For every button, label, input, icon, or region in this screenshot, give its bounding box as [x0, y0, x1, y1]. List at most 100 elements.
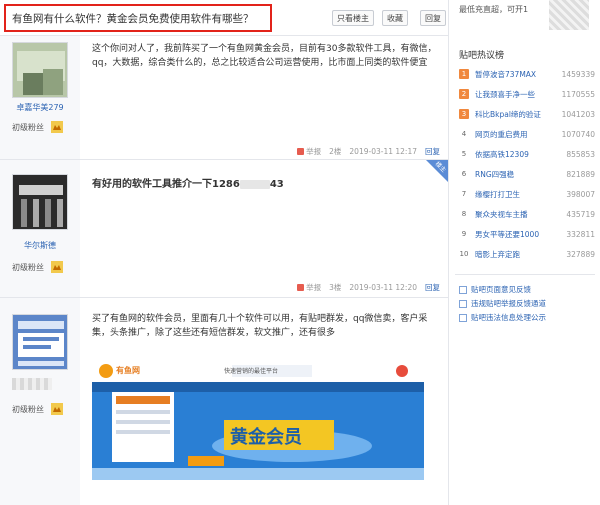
hot-count: 1070740 — [561, 129, 595, 139]
link-label: 违规贴吧举报反馈通道 — [471, 299, 546, 308]
hot-list-item[interactable]: 4 网页的重启费用 1070740 — [459, 126, 595, 142]
report-flag-icon — [297, 284, 305, 291]
hot-title[interactable]: 暂停波音737MAX — [475, 69, 561, 80]
promo-tagline: 快速营销的最佳平台 — [224, 368, 279, 375]
hot-rank: 7 — [461, 190, 467, 198]
report-flag-icon — [297, 148, 305, 155]
hot-rank: 9 — [461, 230, 467, 238]
sidebar-top-text: 最低充直超，可开1 — [459, 5, 529, 14]
level-medal-icon — [51, 403, 63, 415]
post-content: 这个你问对人了，我前阵买了一个有鱼网黄金会员，目前有30多款软件工具，有微信，q… — [92, 44, 437, 68]
redacted-username — [12, 378, 52, 390]
floor-number: 2楼 — [329, 147, 342, 156]
report-link[interactable]: 举报 — [297, 282, 321, 293]
post-author-panel: 华尔斯德 初级粉丝 — [0, 160, 80, 297]
hot-count: 1170555 — [561, 89, 595, 99]
reply-link[interactable]: 回复 — [425, 282, 440, 293]
level-medal-icon — [51, 261, 63, 273]
hot-list-heading: 贴吧热议榜 — [459, 51, 505, 61]
feedback-link[interactable]: 贴吧页面意见反馈 — [459, 284, 531, 295]
avatar[interactable] — [12, 42, 68, 98]
favorite-button[interactable]: 收藏 — [382, 10, 408, 26]
post-content-tail: 43 — [269, 179, 284, 190]
hot-list-item[interactable]: 3 科比Bkpal缔的验证 1041203 — [459, 106, 595, 122]
floor-number: 3楼 — [329, 283, 342, 292]
post-content: 有好用的软件工具推介一下1286 43 — [92, 178, 437, 192]
reply-link[interactable]: 回复 — [425, 146, 440, 157]
thread-title-box: 有鱼网有什么软件？黄金会员免费使用软件有哪些？ — [4, 4, 272, 32]
hot-rank: 10 — [459, 250, 469, 258]
hot-rank: 6 — [461, 170, 467, 178]
hot-title[interactable]: 让我颈喜手净一些 — [475, 89, 561, 100]
illegal-info-link[interactable]: 贴吧违法信息处理公示 — [459, 312, 546, 323]
hot-rank: 5 — [461, 150, 467, 158]
post-time: 2019-03-11 12:20 — [349, 283, 417, 292]
hot-rank: 8 — [461, 210, 467, 218]
hot-title[interactable]: 男女平等还要1000 — [475, 229, 561, 240]
owner-only-button[interactable]: 只看楼主 — [332, 10, 374, 26]
hot-list-item[interactable]: 10 暗影上弃定跑 327889 — [459, 246, 595, 262]
hot-title[interactable]: 缘樱打打卫生 — [475, 189, 561, 200]
user-level: 初级粉丝 — [12, 260, 64, 274]
avatar[interactable] — [12, 174, 68, 230]
username[interactable]: 卓嘉华美279 — [0, 102, 80, 113]
hot-count: 332811 — [566, 229, 595, 239]
hot-rank: 4 — [461, 130, 467, 138]
report-channel-link[interactable]: 违规贴吧举报反馈通道 — [459, 298, 546, 309]
post-time: 2019-03-11 12:17 — [349, 147, 417, 156]
hot-title[interactable]: RNG四强稳 — [475, 169, 561, 180]
hot-count: 398007 — [566, 189, 595, 199]
hot-list-item[interactable]: 9 男女平等还要1000 332811 — [459, 226, 595, 242]
avatar[interactable] — [12, 314, 68, 370]
thread-title: 有鱼网有什么软件？黄金会员免费使用软件有哪些？ — [12, 12, 254, 25]
thread-header: 有鱼网有什么软件？黄金会员免费使用软件有哪些？ 只看楼主 收藏 回复 — [0, 0, 448, 36]
redacted-number — [239, 179, 270, 189]
hot-list-item[interactable]: 1 暂停波音737MAX 1459339 — [459, 66, 595, 82]
hot-title[interactable]: 暗影上弃定跑 — [475, 249, 561, 260]
reply-button[interactable]: 回复 — [420, 10, 446, 26]
avatar-image — [13, 43, 67, 97]
hot-count: 327889 — [566, 249, 595, 259]
post-content: 买了有鱼网的软件会员，里面有几十个软件可以用，有贴吧群发，qq微信卖，客户采集，… — [92, 314, 428, 338]
level-label: 初级粉丝 — [12, 262, 44, 272]
hot-count: 1041203 — [561, 109, 595, 119]
level-medal-icon — [51, 121, 63, 133]
sidebar-divider — [455, 274, 595, 275]
post-floor-3: 华尔斯德 初级粉丝 楼主 有好用的软件工具推介一下1286 43 举报 3楼 20… — [0, 160, 448, 298]
hot-list-item[interactable]: 5 依据高铁12309 855853 — [459, 146, 595, 162]
hot-list-item[interactable]: 7 缘樱打打卫生 398007 — [459, 186, 595, 202]
level-label: 初级粉丝 — [12, 122, 44, 132]
hot-rank: 2 — [459, 89, 469, 99]
post-meta: 举报 3楼 2019-03-11 12:20 回复 — [297, 282, 440, 293]
level-label: 初级粉丝 — [12, 404, 44, 414]
promo-headline: 黄金会员 — [230, 427, 302, 448]
hot-title[interactable]: 依据高铁12309 — [475, 149, 561, 160]
report-link[interactable]: 举报 — [297, 146, 321, 157]
report-label: 举报 — [306, 283, 322, 292]
hot-count: 1459339 — [561, 69, 595, 79]
right-sidebar: 最低充直超，可开1 贴吧热议榜 1 暂停波音737MAX 1459339 2 让我颈喜手… — [448, 0, 600, 505]
hot-list-item[interactable]: 2 让我颈喜手净一些 1170555 — [459, 86, 595, 102]
post-author-panel: 初级粉丝 — [0, 298, 80, 505]
hot-count: 821889 — [566, 169, 595, 179]
hot-count: 435719 — [566, 209, 595, 219]
user-level: 初级粉丝 — [12, 402, 64, 416]
promo-screenshot: 有鱼网 快速营销的最佳平台 黄金会员 — [92, 360, 424, 480]
promo-banner-image — [92, 360, 424, 480]
hot-list-item[interactable]: 6 RNG四强稳 821889 — [459, 166, 595, 182]
hot-title[interactable]: 科比Bkpal缔的验证 — [475, 109, 561, 120]
link-bullet-icon — [459, 313, 467, 322]
hot-title[interactable]: 网页的重启费用 — [475, 129, 561, 140]
post-meta: 举报 2楼 2019-03-11 12:17 回复 — [297, 146, 440, 157]
link-bullet-icon — [459, 285, 467, 294]
avatar-image — [13, 315, 67, 369]
hot-title[interactable]: 聚众夹视车主播 — [475, 209, 561, 220]
post-floor-2: 卓嘉华美279 初级粉丝 这个你问对人了，我前阵买了一个有鱼网黄金会员，目前有3… — [0, 36, 448, 160]
post-author-panel: 卓嘉华美279 初级粉丝 — [0, 36, 80, 159]
post-content-text: 有好用的软件工具推介一下1286 — [92, 179, 240, 190]
promo-logo-text: 有鱼网 — [116, 366, 140, 375]
hot-list-item[interactable]: 8 聚众夹视车主播 435719 — [459, 206, 595, 222]
link-bullet-icon — [459, 299, 467, 308]
link-label: 贴吧页面意见反馈 — [471, 285, 531, 294]
username[interactable]: 华尔斯德 — [0, 240, 80, 251]
